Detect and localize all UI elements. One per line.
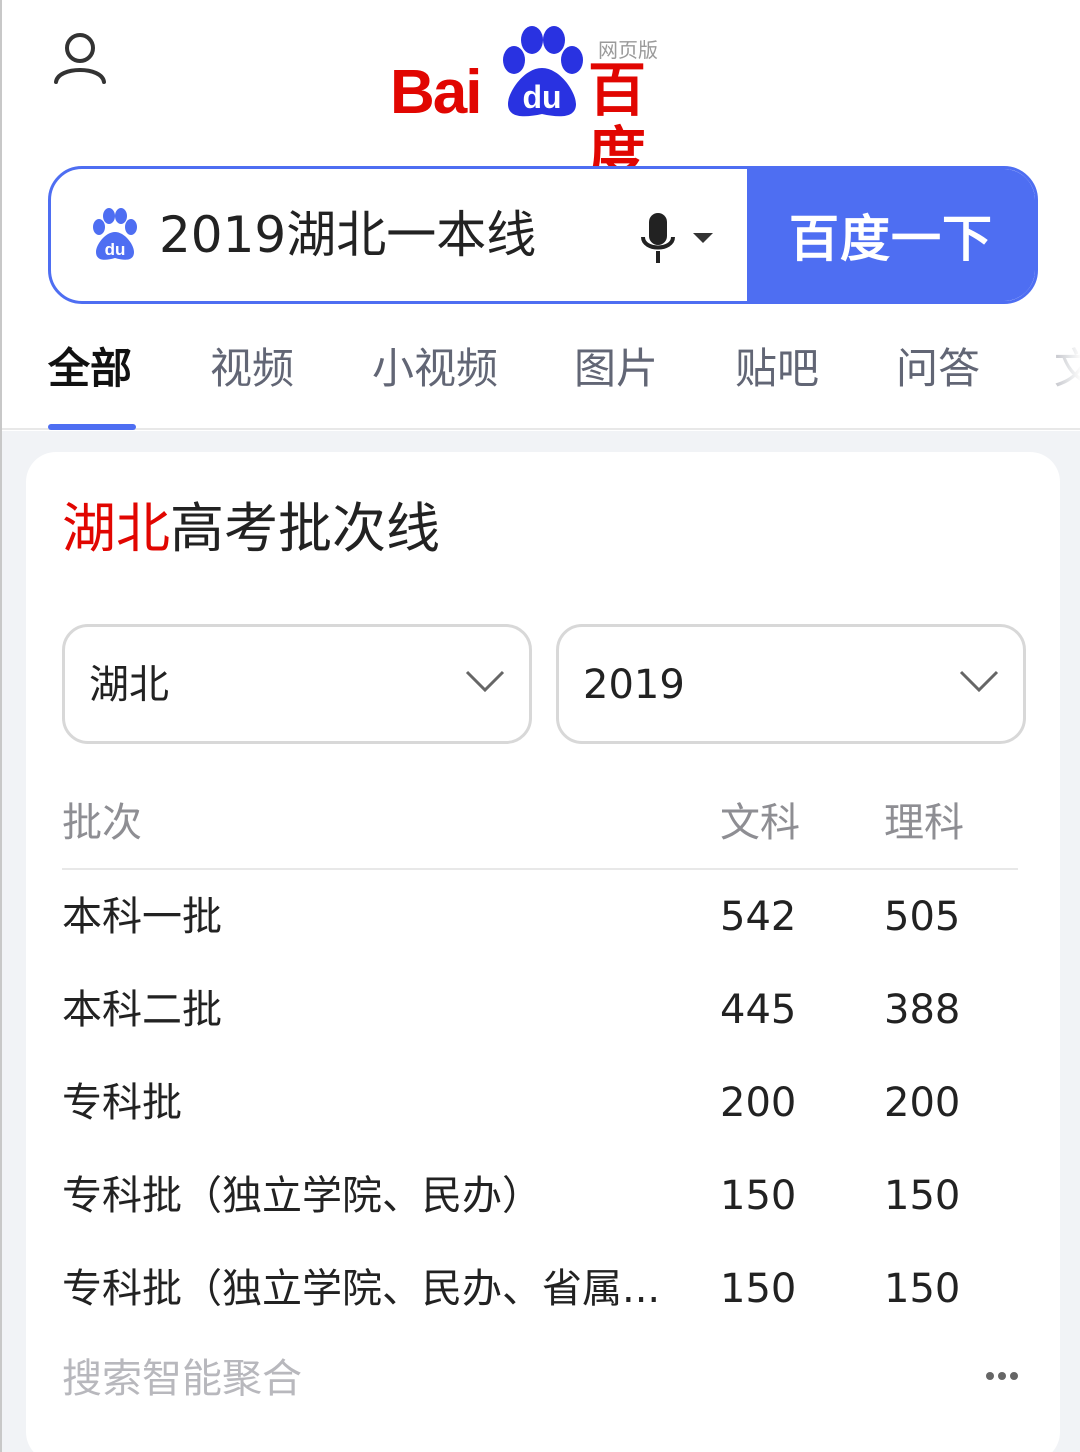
tab-qa[interactable]: 问答: [896, 344, 980, 394]
tab-short-video[interactable]: 小视频: [372, 344, 498, 394]
wen-cell: 542: [720, 894, 797, 940]
tab-video[interactable]: 视频: [210, 344, 294, 394]
title-highlight: 湖北: [62, 497, 170, 560]
source-label: 搜索智能聚合: [62, 1356, 302, 1402]
score-table: 批次 文科 理科 本科一批 542 505 本科二批 445 388 专科批 2…: [62, 784, 1018, 1335]
wen-cell: 445: [720, 987, 797, 1033]
microphone-icon[interactable]: [639, 211, 677, 265]
baidu-logo[interactable]: Bai du 网页版 百度: [390, 22, 700, 186]
li-cell: 200: [884, 1080, 961, 1126]
tab-all[interactable]: 全部: [48, 344, 132, 394]
page: Bai du 网页版 百度 du 2019湖北一本线 百度一下 全部 视频 小视…: [0, 0, 1080, 1452]
tab-images[interactable]: 图片: [574, 344, 658, 394]
tab-bar: 全部 视频 小视频 图片 贴吧 问答 文: [2, 320, 1080, 430]
header: Bai du 网页版 百度: [2, 0, 1080, 186]
batch-cell: 专科批: [62, 1080, 182, 1126]
more-options-icon[interactable]: [984, 1370, 1020, 1382]
wen-cell: 150: [720, 1173, 797, 1219]
header-li: 理科: [884, 800, 964, 846]
batch-cell: 专科批（独立学院、民办、省属...: [62, 1266, 661, 1312]
table-row: 专科批 200 200: [62, 1056, 1018, 1149]
title-rest: 高考批次线: [170, 497, 440, 560]
table-row: 本科二批 445 388: [62, 963, 1018, 1056]
wen-cell: 150: [720, 1266, 797, 1312]
province-value: 湖北: [89, 662, 169, 708]
chevron-down-icon: [465, 670, 505, 693]
card-title[interactable]: 湖北高考批次线: [62, 494, 440, 564]
tab-overflow-fade: [1022, 320, 1080, 426]
active-tab-indicator: [48, 424, 136, 430]
paw-logo-icon: du: [503, 26, 583, 117]
search-bar: du 2019湖北一本线 百度一下: [48, 166, 1038, 304]
svg-text:du: du: [105, 240, 126, 259]
mic-dropdown-icon[interactable]: [693, 233, 713, 243]
li-cell: 505: [884, 894, 961, 940]
batch-cell: 本科二批: [62, 987, 222, 1033]
header-batch: 批次: [62, 800, 142, 846]
chevron-down-icon: [959, 670, 999, 693]
wen-cell: 200: [720, 1080, 797, 1126]
batch-cell: 专科批（独立学院、民办）: [62, 1173, 542, 1219]
header-wen: 文科: [720, 800, 800, 846]
li-cell: 150: [884, 1266, 961, 1312]
search-input[interactable]: 2019湖北一本线: [159, 199, 536, 271]
baidu-paw-icon: du: [93, 208, 137, 260]
score-card: 湖北高考批次线 湖北 2019 批次 文科 理科 本科一批 542 505 本科…: [26, 452, 1060, 1452]
li-cell: 388: [884, 987, 961, 1033]
table-header: 批次 文科 理科: [62, 784, 1018, 870]
search-button[interactable]: 百度一下: [747, 169, 1035, 301]
table-row: 专科批（独立学院、民办、省属... 150 150: [62, 1242, 1018, 1335]
year-value: 2019: [583, 662, 685, 708]
user-icon[interactable]: [50, 28, 110, 88]
logo-latin: Bai: [390, 58, 482, 127]
table-row: 本科一批 542 505: [62, 870, 1018, 963]
batch-cell: 本科一批: [62, 894, 222, 940]
li-cell: 150: [884, 1173, 961, 1219]
year-select[interactable]: 2019: [556, 624, 1026, 744]
tab-tieba[interactable]: 贴吧: [735, 344, 819, 394]
table-row: 专科批（独立学院、民办） 150 150: [62, 1149, 1018, 1242]
province-select[interactable]: 湖北: [62, 624, 532, 744]
logo-du: du: [522, 79, 561, 115]
